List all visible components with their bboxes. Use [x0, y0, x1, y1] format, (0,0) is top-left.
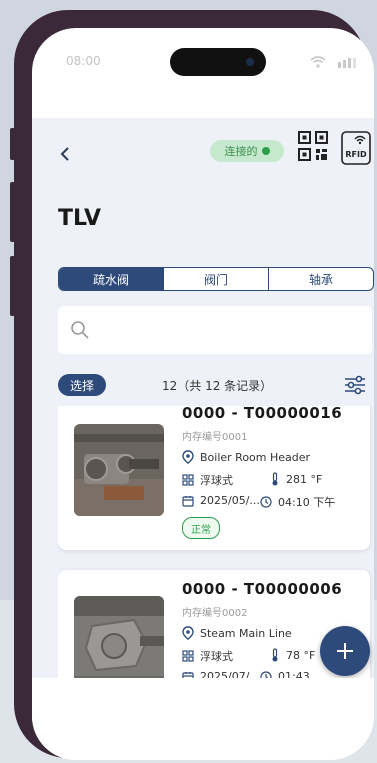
item-time: 01:43 — [278, 670, 310, 678]
item-time-row: 04:10 下午 — [260, 494, 335, 510]
connection-label: 连接的 — [224, 145, 258, 158]
screen: 08:00 连接的 RFID TLV 疏水阀 阀门 轴承 选择 12（共 12 … — [32, 28, 374, 760]
location-pin-icon — [182, 626, 194, 640]
rfid-icon: RFID — [341, 131, 371, 165]
item-location: Steam Main Line — [200, 626, 292, 640]
item-location-row: Boiler Room Header — [182, 450, 310, 464]
item-temperature-row: 281 °F — [270, 472, 322, 486]
item-inventory: 内存编号0001 — [182, 432, 248, 443]
item-time: 04:10 下午 — [278, 496, 336, 509]
wifi-icon — [310, 56, 326, 68]
item-date-row: 2025/05/... — [182, 494, 260, 507]
search-input[interactable] — [58, 306, 372, 354]
record-count: 12（共 12 条记录） — [162, 379, 273, 393]
item-inventory: 内存编号0002 — [182, 608, 248, 619]
item-date: 2025/07/... — [200, 670, 260, 678]
calendar-icon — [182, 495, 194, 507]
status-time: 08:00 — [66, 54, 101, 68]
calendar-icon — [182, 671, 194, 678]
rfid-button[interactable]: RFID — [341, 131, 371, 169]
select-button[interactable]: 选择 — [58, 374, 106, 396]
item-type: 浮球式 — [200, 650, 233, 663]
dynamic-island — [170, 48, 266, 76]
item-type-row: 浮球式 — [182, 472, 233, 488]
filter-icon[interactable] — [344, 375, 366, 395]
search-icon — [71, 321, 89, 339]
clock-icon — [260, 670, 272, 678]
plus-icon — [337, 643, 353, 659]
connection-badge[interactable]: 连接的 — [210, 140, 284, 162]
thermometer-icon — [272, 648, 278, 662]
connected-dot-icon — [261, 147, 270, 155]
item-date: 2025/05/... — [200, 494, 260, 507]
grid-icon — [182, 474, 194, 486]
tab-valves[interactable]: 阀门 — [163, 268, 268, 290]
status-badge: 正常 — [182, 517, 220, 539]
item-type-row: 浮球式 — [182, 648, 233, 664]
chevron-left-icon — [60, 147, 69, 161]
item-temperature: 78 °F — [286, 648, 316, 662]
item-date-row: 2025/07/... — [182, 670, 260, 678]
clock-icon — [260, 496, 272, 508]
back-button[interactable] — [60, 146, 70, 165]
list-item[interactable]: 0000 - T00000016 内存编号0001 Boiler Room He… — [58, 406, 370, 550]
bottom-area — [32, 678, 374, 760]
trap-photo — [74, 596, 164, 678]
rfid-label: RFID — [345, 150, 367, 159]
item-temperature: 281 °F — [286, 472, 323, 486]
item-location: Boiler Room Header — [200, 450, 311, 464]
tab-bearings[interactable]: 轴承 — [268, 268, 373, 290]
item-time-row: 01:43 — [260, 670, 310, 678]
qr-code-icon[interactable] — [298, 131, 328, 161]
item-temperature-row: 78 °F — [270, 648, 315, 662]
grid-icon — [182, 650, 194, 662]
item-id: 0000 - T00000016 — [182, 406, 343, 422]
battery-icon — [338, 58, 356, 68]
page-title: TLV — [58, 206, 102, 231]
trap-photo — [74, 424, 164, 516]
add-button[interactable] — [320, 626, 370, 676]
item-type: 浮球式 — [200, 474, 233, 487]
location-pin-icon — [182, 450, 194, 464]
tab-steam-traps[interactable]: 疏水阀 — [59, 268, 163, 290]
category-tabs: 疏水阀 阀门 轴承 — [58, 267, 374, 291]
item-location-row: Steam Main Line — [182, 626, 292, 640]
item-id: 0000 - T00000006 — [182, 580, 343, 598]
thermometer-icon — [272, 472, 278, 486]
phone-frame: 08:00 连接的 RFID TLV 疏水阀 阀门 轴承 选择 12（共 12 … — [14, 10, 374, 760]
